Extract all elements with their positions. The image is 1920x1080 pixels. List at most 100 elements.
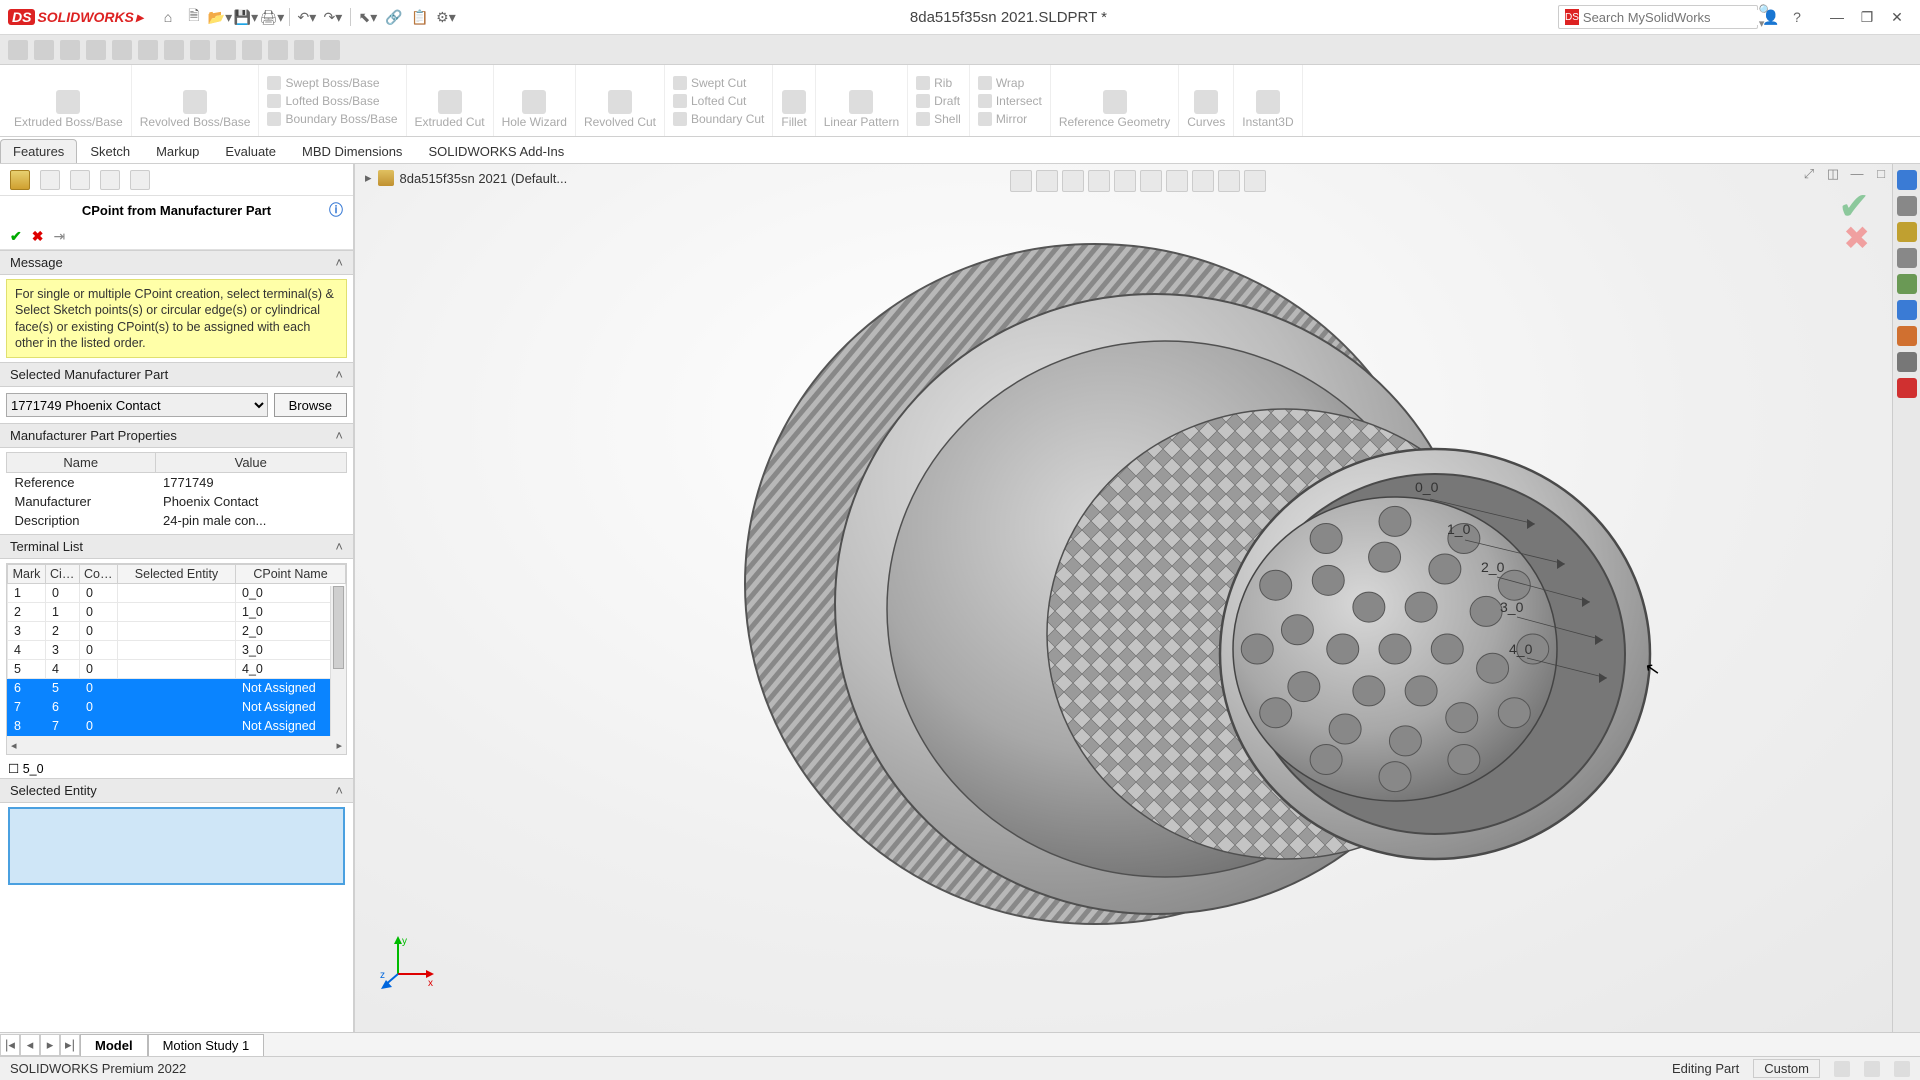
col-con[interactable]: Con… <box>80 565 118 584</box>
tab-first-icon[interactable]: |◂ <box>0 1034 20 1056</box>
wrap-button[interactable]: Wrap <box>978 74 1024 92</box>
lofted-boss-button[interactable]: Lofted Boss/Base <box>267 92 379 110</box>
revolved-cut-button[interactable]: Revolved Cut <box>584 72 656 129</box>
display-manager-tab-icon[interactable] <box>130 170 150 190</box>
linear-pattern-button[interactable]: Linear Pattern <box>824 72 899 129</box>
search-box[interactable]: DS 🔍▾ <box>1558 5 1758 29</box>
col-mark[interactable]: Mark <box>8 565 46 584</box>
revolved-boss-button[interactable]: Revolved Boss/Base <box>140 72 251 129</box>
taskpane-custom-props-icon[interactable] <box>1897 326 1917 346</box>
qa-icon[interactable] <box>242 40 262 60</box>
reference-geometry-button[interactable]: Reference Geometry <box>1059 72 1170 129</box>
bottom-tab-motion[interactable]: Motion Study 1 <box>148 1034 265 1056</box>
qa-icon[interactable] <box>8 40 28 60</box>
section-message-head[interactable]: Message˄ <box>0 250 353 275</box>
terminal-row[interactable]: 1000_0 <box>8 584 346 603</box>
col-entity[interactable]: Selected Entity <box>118 565 236 584</box>
settings-icon[interactable]: ⚙▾ <box>433 4 459 30</box>
qa-icon[interactable] <box>268 40 288 60</box>
intersect-button[interactable]: Intersect <box>978 92 1042 110</box>
view-settings-icon[interactable] <box>1244 170 1266 192</box>
bottom-tab-model[interactable]: Model <box>80 1034 148 1056</box>
taskpane-sw-icon[interactable] <box>1897 378 1917 398</box>
qa-icon[interactable] <box>34 40 54 60</box>
mirror-button[interactable]: Mirror <box>978 110 1027 128</box>
zoom-area-icon[interactable] <box>1036 170 1058 192</box>
property-manager-tab-icon[interactable] <box>40 170 60 190</box>
extruded-boss-button[interactable]: Extruded Boss/Base <box>14 72 123 129</box>
tab-prev-icon[interactable]: ◂ <box>20 1034 40 1056</box>
configuration-tab-icon[interactable] <box>70 170 90 190</box>
zoom-fit-icon[interactable] <box>1010 170 1032 192</box>
fillet-button[interactable]: Fillet <box>781 72 806 129</box>
section-view-icon[interactable] <box>1088 170 1110 192</box>
tab-features[interactable]: Features <box>0 139 77 163</box>
lofted-cut-button[interactable]: Lofted Cut <box>673 92 746 110</box>
vp-expand-icon[interactable]: ⤢ <box>1800 166 1818 184</box>
print-icon[interactable]: 🖨▾ <box>259 4 285 30</box>
terminal-row[interactable]: 870Not Assigned <box>8 717 346 736</box>
hole-wizard-button[interactable]: Hole Wizard <box>502 72 567 129</box>
search-input[interactable] <box>1583 10 1759 25</box>
tab-addins[interactable]: SOLIDWORKS Add-Ins <box>415 139 577 163</box>
instant3d-button[interactable]: Instant3D <box>1242 72 1293 129</box>
cancel-button[interactable]: ✖ <box>32 228 44 245</box>
view-orientation-icon[interactable] <box>1114 170 1136 192</box>
maximize-button[interactable]: ❐ <box>1852 9 1882 26</box>
status-units[interactable]: Custom <box>1753 1059 1820 1078</box>
panel-help-icon[interactable]: ⓘ <box>329 200 343 220</box>
tab-evaluate[interactable]: Evaluate <box>212 139 289 163</box>
feature-manager-tab-icon[interactable] <box>10 170 30 190</box>
browse-button[interactable]: Browse <box>274 393 347 417</box>
section-entity-head[interactable]: Selected Entity˄ <box>0 778 353 803</box>
status-icon[interactable] <box>1894 1061 1910 1077</box>
terminal-table[interactable]: Mark Cir… Con… Selected Entity CPoint Na… <box>7 564 346 736</box>
apply-scene-icon[interactable] <box>1218 170 1240 192</box>
curves-button[interactable]: Curves <box>1187 72 1225 129</box>
section-selected-part-head[interactable]: Selected Manufacturer Part˄ <box>0 362 353 387</box>
open-icon[interactable]: 📂▾ <box>207 4 233 30</box>
boundary-cut-button[interactable]: Boundary Cut <box>673 110 764 128</box>
taskpane-home-icon[interactable] <box>1897 170 1917 190</box>
home-icon[interactable]: ⌂ <box>155 4 181 30</box>
confirm-corner-cancel-icon[interactable]: ✖ <box>1843 219 1870 257</box>
status-icon[interactable] <box>1834 1061 1850 1077</box>
tab-sketch[interactable]: Sketch <box>77 139 143 163</box>
selected-entity-box[interactable] <box>8 807 345 885</box>
user-icon[interactable]: 👤 <box>1758 4 1784 30</box>
tab-markup[interactable]: Markup <box>143 139 212 163</box>
status-icon[interactable] <box>1864 1061 1880 1077</box>
terminal-hscroll[interactable]: ◂▸ <box>7 736 346 754</box>
shell-button[interactable]: Shell <box>916 110 961 128</box>
dimxpert-tab-icon[interactable] <box>100 170 120 190</box>
qa-icon[interactable] <box>164 40 184 60</box>
qa-icon[interactable] <box>60 40 80 60</box>
options-icon[interactable]: 📋 <box>407 4 433 30</box>
hide-show-icon[interactable] <box>1166 170 1188 192</box>
terminal-row[interactable]: 2101_0 <box>8 603 346 622</box>
draft-button[interactable]: Draft <box>916 92 960 110</box>
select-icon[interactable]: ⬉▾ <box>355 4 381 30</box>
terminal-row[interactable]: 650Not Assigned <box>8 679 346 698</box>
taskpane-resources-icon[interactable] <box>1897 196 1917 216</box>
rib-button[interactable]: Rib <box>916 74 952 92</box>
terminal-row[interactable]: 3202_0 <box>8 622 346 641</box>
close-button[interactable]: ✕ <box>1882 9 1912 26</box>
manufacturer-part-select[interactable]: 1771749 Phoenix Contact <box>6 393 268 417</box>
taskpane-view-palette-icon[interactable] <box>1897 274 1917 294</box>
swept-cut-button[interactable]: Swept Cut <box>673 74 746 92</box>
col-cpoint[interactable]: CPoint Name <box>236 565 346 584</box>
qa-icon[interactable] <box>216 40 236 60</box>
terminal-row[interactable]: 760Not Assigned <box>8 698 346 717</box>
new-icon[interactable]: 🗎 <box>181 4 207 30</box>
vp-min-icon[interactable]: — <box>1848 166 1866 184</box>
taskpane-forum-icon[interactable] <box>1897 352 1917 372</box>
save-icon[interactable]: 💾▾ <box>233 4 259 30</box>
swept-boss-button[interactable]: Swept Boss/Base <box>267 74 379 92</box>
qa-icon[interactable] <box>320 40 340 60</box>
vp-max-icon[interactable]: □ <box>1872 166 1890 184</box>
taskpane-design-library-icon[interactable] <box>1897 222 1917 242</box>
section-properties-head[interactable]: Manufacturer Part Properties˄ <box>0 423 353 448</box>
col-cir[interactable]: Cir… <box>46 565 80 584</box>
tab-last-icon[interactable]: ▸| <box>60 1034 80 1056</box>
